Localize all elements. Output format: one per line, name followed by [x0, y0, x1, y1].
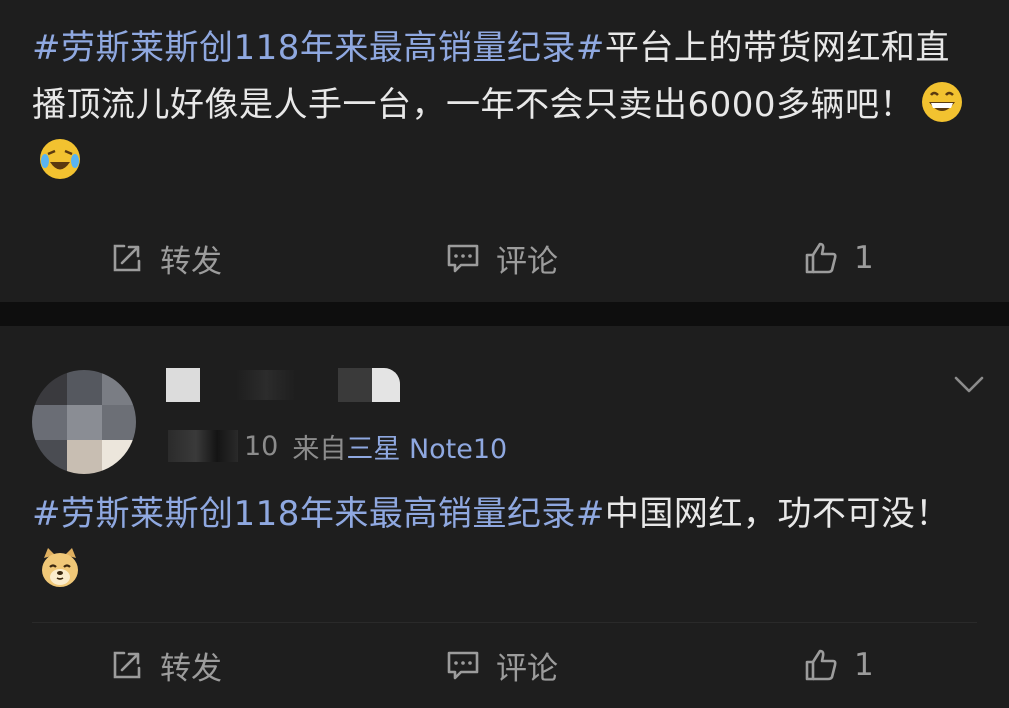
comment-label: 评论 — [496, 650, 558, 687]
repost-label: 转发 — [160, 243, 222, 280]
doge-emoji — [42, 548, 78, 587]
avatar[interactable] — [32, 370, 136, 474]
like-button[interactable]: 1 — [802, 228, 874, 288]
action-bar: 转发 评论 1 — [0, 228, 1009, 288]
post-text: 中国网红，功不可没！ — [604, 494, 950, 534]
divider — [32, 622, 977, 623]
thumbs-up-icon — [805, 242, 837, 274]
post-card[interactable]: #劳斯莱斯创118年来最高销量纪录#平台上的带货网红和直播顶流儿好像是人手一台，… — [0, 0, 1009, 302]
laugh-cry-emoji — [40, 139, 80, 179]
action-bar: 转发 评论 1 — [0, 635, 1009, 695]
like-count: 1 — [854, 647, 874, 683]
comment-label: 评论 — [496, 243, 558, 280]
device-link[interactable]: 三星 Note10 — [346, 427, 507, 466]
feed: #劳斯莱斯创118年来最高销量纪录#平台上的带货网红和直播顶流儿好像是人手一台，… — [0, 0, 1009, 708]
thumbs-up-icon — [805, 649, 837, 681]
topic-link[interactable]: #劳斯莱斯创118年来最高销量纪录# — [32, 494, 605, 534]
post-card[interactable]: 10 来自 三星 Note10 #劳斯莱斯创118年来最高销量纪录#中国网红，功… — [0, 326, 1009, 708]
share-icon — [113, 651, 141, 679]
comment-icon — [447, 651, 479, 680]
blurred-timestamp — [168, 430, 238, 462]
timestamp: 10 — [244, 430, 279, 462]
grin-emoji — [922, 82, 963, 122]
repost-button[interactable]: 转发 — [108, 635, 222, 695]
source-label: 来自 — [292, 433, 347, 465]
post-content: #劳斯莱斯创118年来最高销量纪录#平台上的带货网红和直播顶流儿好像是人手一台，… — [32, 20, 972, 191]
like-button[interactable]: 1 — [802, 635, 874, 695]
post-content: #劳斯莱斯创118年来最高销量纪录#中国网红，功不可没！ — [32, 486, 972, 600]
share-icon — [113, 244, 141, 272]
repost-button[interactable]: 转发 — [108, 228, 222, 288]
repost-label: 转发 — [160, 650, 222, 687]
post-meta: 10 来自 三星 Note10 — [168, 426, 507, 466]
comment-icon — [447, 244, 479, 273]
username[interactable] — [166, 366, 402, 402]
like-count: 1 — [854, 240, 874, 276]
chevron-down-icon[interactable] — [951, 366, 987, 402]
topic-link[interactable]: #劳斯莱斯创118年来最高销量纪录# — [32, 28, 605, 68]
feed-divider — [0, 302, 1009, 326]
comment-button[interactable]: 评论 — [444, 228, 558, 288]
comment-button[interactable]: 评论 — [444, 635, 558, 695]
